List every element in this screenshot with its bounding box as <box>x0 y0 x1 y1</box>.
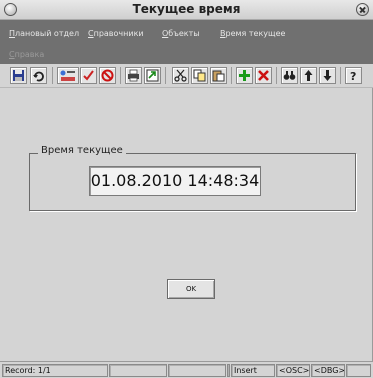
down-arrow-icon[interactable] <box>319 67 336 84</box>
print-icon[interactable] <box>125 67 142 84</box>
status-cell <box>227 364 230 377</box>
toolbar-separator <box>276 67 277 84</box>
find-icon[interactable] <box>281 67 298 84</box>
menu-objects[interactable]: Объекты <box>162 29 200 38</box>
ok-button[interactable]: OK <box>167 279 215 299</box>
refresh-icon[interactable] <box>30 67 47 84</box>
status-bar: Record: 1/1 Insert <OSC> <DBG> <box>0 361 373 378</box>
toolbar-separator <box>340 67 341 84</box>
status-record: Record: 1/1 <box>2 364 108 377</box>
edit-record-icon[interactable] <box>57 67 79 84</box>
check-icon[interactable] <box>80 67 97 84</box>
status-cell <box>346 364 371 377</box>
insert-record-icon[interactable] <box>236 67 253 84</box>
up-arrow-icon[interactable] <box>300 67 317 84</box>
menu-label: ремя текущее <box>225 29 286 38</box>
svg-text:?: ? <box>350 70 356 82</box>
menu-planning-dept[interactable]: Плановый отдел <box>9 29 79 38</box>
status-cell <box>109 364 167 377</box>
toolbar-separator <box>120 67 121 84</box>
toolbar-separator <box>231 67 232 84</box>
app-window: Текущее время Плановый отдел Справочники… <box>0 0 373 378</box>
menu-bar: Плановый отдел Справочники Объекты Время… <box>0 20 373 64</box>
title-bar: Текущее время <box>0 0 373 20</box>
menu-label: бъекты <box>168 29 200 38</box>
status-mode: Insert <box>231 364 275 377</box>
copy-icon[interactable] <box>191 67 208 84</box>
menu-label: лановый отдел <box>15 29 80 38</box>
status-cell <box>168 364 226 377</box>
window-title: Текущее время <box>132 2 241 16</box>
cut-icon[interactable] <box>172 67 189 84</box>
paste-icon[interactable] <box>210 67 227 84</box>
menu-current-time[interactable]: Время текущее <box>220 29 285 38</box>
menu-help[interactable]: Справка <box>9 50 44 59</box>
status-dbg: <DBG> <box>311 364 345 377</box>
export-icon[interactable] <box>144 67 161 84</box>
current-time-field[interactable]: 01.08.2010 14:48:34 <box>89 166 261 196</box>
menu-label: правочники <box>93 29 144 38</box>
save-icon[interactable] <box>10 67 27 84</box>
cancel-icon[interactable] <box>99 67 116 84</box>
status-osc: <OSC> <box>276 364 310 377</box>
group-label: Время текущее <box>38 145 126 156</box>
toolbar-separator <box>52 67 53 84</box>
toolbar-separator <box>165 67 166 84</box>
menu-label: правка <box>14 50 45 59</box>
delete-record-icon[interactable] <box>255 67 272 84</box>
menu-directories[interactable]: Справочники <box>88 29 144 38</box>
close-window-icon[interactable] <box>356 3 369 16</box>
toolbar: ? <box>0 64 373 88</box>
help-icon[interactable]: ? <box>345 67 362 84</box>
